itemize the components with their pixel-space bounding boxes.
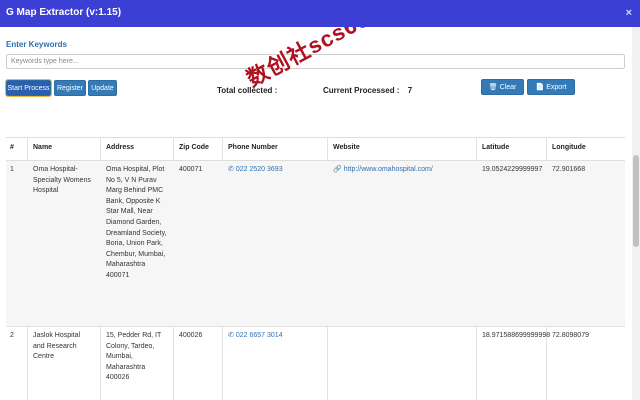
table-row: 1 Oma Hospital-Specialty Womens Hospital… — [6, 161, 625, 327]
start-process-button[interactable]: Start Process — [5, 79, 52, 97]
header-address: Address — [106, 144, 135, 151]
row-website[interactable]: 🔗 http://www.omahospital.com/ — [333, 165, 433, 176]
row-name: Oma Hospital-Specialty Womens Hospital — [33, 166, 91, 195]
scrollbar-thumb[interactable] — [633, 155, 639, 247]
row-latitude: 18.971588699999998 — [482, 332, 551, 339]
trash-icon: 🗑 — [488, 84, 498, 91]
table-row: 2 Jaslok Hospital and Research Centre 15… — [6, 327, 625, 400]
phone-icon: ✆ — [228, 332, 234, 339]
total-collected-label: Total collected : — [217, 86, 278, 95]
row-zip: 400071 — [179, 166, 203, 173]
row-address: 15, Pedder Rd, IT Colony, Tardeo, Mumbai… — [106, 332, 162, 382]
clear-data-label: Clear data — [495, 84, 517, 107]
row-zip: 400026 — [179, 332, 203, 339]
keywords-label: Enter Keywords — [6, 40, 67, 49]
clear-data-button[interactable]: 🗑 Clear data — [481, 79, 524, 107]
close-icon[interactable]: × — [626, 7, 632, 19]
register-button[interactable]: Register — [54, 80, 86, 96]
table-header — [6, 137, 625, 162]
scrollbar[interactable] — [632, 27, 640, 400]
row-phone-text: 022 2520 3693 — [235, 166, 283, 173]
row-phone-text: 022 6657 3014 — [235, 332, 283, 339]
main-panel: Enter Keywords Keywords type here... Sta… — [0, 27, 632, 400]
row-website-text: http://www.omahospital.com/ — [343, 166, 433, 173]
row-address: Oma Hospital, Plot No 5, V N Purav Marg … — [106, 166, 167, 279]
current-processed: Current Processed : 7 — [323, 86, 412, 95]
app-title: G Map Extractor (v:1.15) — [6, 7, 122, 18]
header-phone: Phone Number — [228, 144, 278, 151]
header-name: Name — [33, 144, 53, 151]
header-latitude: Latitude — [482, 144, 510, 151]
row-longitude: 72.901668 — [552, 166, 586, 173]
current-processed-label: Current Processed : — [323, 86, 400, 95]
export-icon: 📄 — [535, 84, 545, 91]
row-phone[interactable]: ✆ 022 6657 3014 — [228, 331, 283, 342]
phone-icon: ✆ — [228, 166, 234, 173]
total-collected: Total collected : — [217, 86, 277, 95]
header-longitude: Longitude — [552, 144, 586, 151]
current-processed-value: 7 — [407, 86, 413, 95]
header-website: Website — [333, 144, 360, 151]
row-num: 2 — [10, 332, 14, 339]
row-longitude: 72.8098079 — [552, 332, 589, 339]
export-csv-button[interactable]: 📄 Export CSV — [527, 79, 575, 107]
link-icon: 🔗 — [333, 166, 342, 173]
row-num: 1 — [10, 166, 14, 173]
row-name: Jaslok Hospital and Research Centre — [33, 332, 81, 361]
titlebar: G Map Extractor (v:1.15) × — [0, 0, 640, 27]
export-csv-label: Export CSV — [543, 84, 567, 107]
row-latitude: 19.0524229999997 — [482, 166, 543, 173]
row-phone[interactable]: ✆ 022 2520 3693 — [228, 165, 283, 176]
header-num: # — [10, 144, 14, 151]
update-button[interactable]: Update — [88, 80, 117, 96]
header-zip: Zip Code — [179, 144, 209, 151]
